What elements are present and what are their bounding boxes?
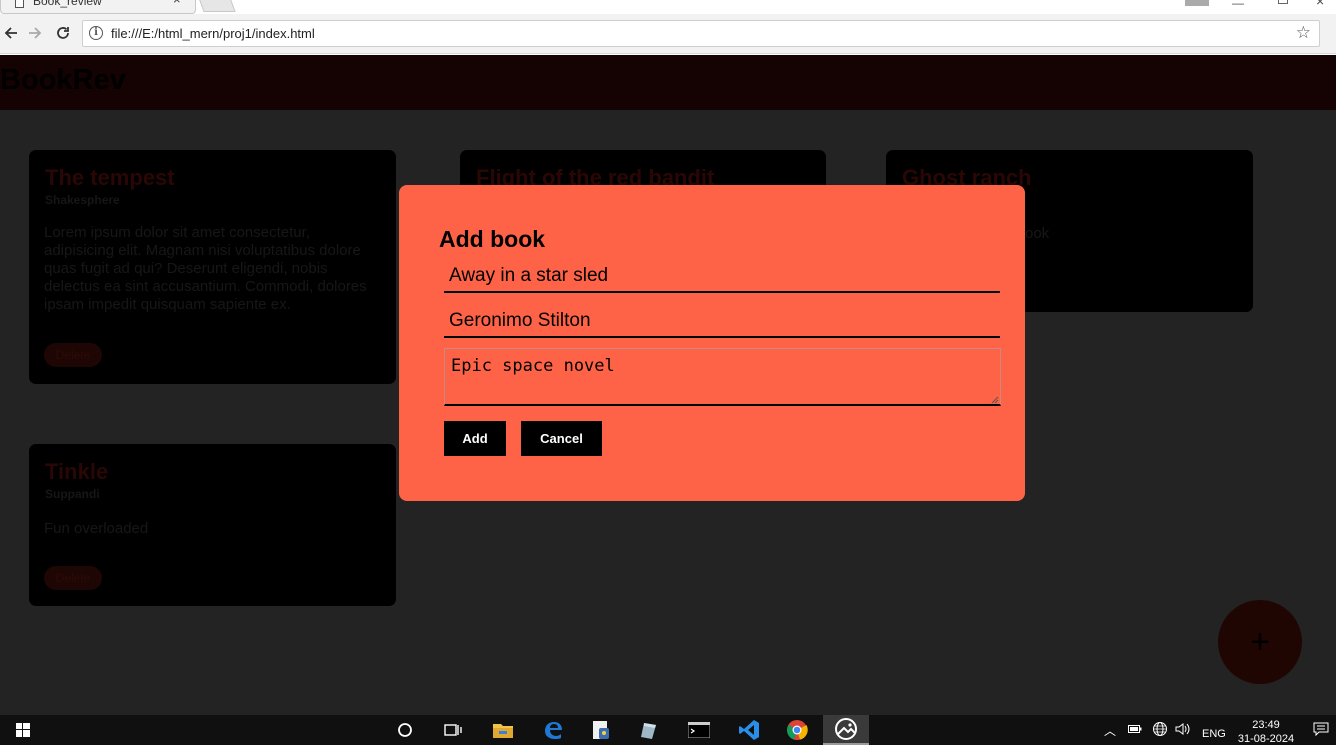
window-minimize-icon[interactable]: — — [1232, 0, 1244, 10]
resize-grip-icon[interactable] — [991, 396, 999, 404]
user-profile-icon[interactable] — [1185, 0, 1209, 6]
chrome-browser-icon[interactable] — [774, 715, 820, 745]
bookmark-star-icon[interactable]: ☆ — [1296, 24, 1311, 42]
book-description: Lorem ipsum dolor sit amet consectetur, … — [44, 224, 367, 313]
site-header: BookRev — [0, 55, 1336, 110]
book-card: Tinkle Suppandi Fun overloaded Delete — [29, 444, 396, 606]
add-book-modal: Add book Epic space novel Add Cancel — [399, 185, 1025, 501]
command-prompt-icon[interactable] — [676, 715, 722, 745]
python-idle-icon[interactable] — [578, 715, 624, 745]
book-author: Shakesphere — [45, 193, 120, 207]
browser-tab[interactable]: Book_review × — [0, 0, 196, 14]
window-close-icon[interactable]: × — [1316, 0, 1324, 8]
url-text: file:///E:/html_mern/proj1/index.html — [111, 26, 315, 41]
language-indicator[interactable]: ENG — [1202, 728, 1226, 740]
cancel-button[interactable]: Cancel — [521, 421, 602, 456]
delete-button[interactable]: Delete — [44, 566, 102, 590]
task-view-icon[interactable] — [430, 715, 476, 745]
book-title: Tinkle — [45, 459, 109, 484]
address-bar[interactable]: i file:///E:/html_mern/proj1/index.html … — [82, 20, 1320, 47]
info-icon[interactable]: i — [89, 26, 103, 40]
tab-title: Book_review — [33, 0, 102, 8]
show-hidden-icons-chevron-icon[interactable]: ︿ — [1104, 722, 1116, 739]
book-description: ook — [1025, 225, 1050, 242]
add-book-fab-button[interactable]: + — [1218, 600, 1302, 684]
windows-taskbar: ︿ ENG 23:49 31-08-2024 — [0, 715, 1336, 745]
action-center-notification-icon[interactable] — [1313, 722, 1329, 739]
edge-browser-icon[interactable] — [530, 715, 576, 745]
reload-icon[interactable] — [52, 22, 74, 44]
book-title: The tempest — [45, 165, 175, 190]
vscode-icon[interactable] — [726, 715, 772, 745]
window-maximize-icon[interactable] — [1278, 0, 1288, 4]
page-icon — [15, 0, 24, 8]
browser-toolbar: i file:///E:/html_mern/proj1/index.html … — [0, 14, 1336, 54]
volume-icon[interactable] — [1174, 721, 1192, 740]
book-author-input[interactable] — [444, 304, 1000, 338]
back-arrow-icon[interactable] — [0, 22, 22, 44]
file-explorer-icon[interactable] — [480, 715, 526, 745]
new-tab-button[interactable] — [196, 0, 236, 12]
network-globe-icon[interactable] — [1152, 721, 1168, 740]
page-viewport: BookRev The tempest Shakesphere Lorem ip… — [0, 55, 1336, 715]
photos-app-icon[interactable] — [823, 715, 869, 745]
cortana-search-icon[interactable] — [382, 715, 428, 745]
book-description-textarea[interactable]: Epic space novel — [444, 348, 1001, 406]
clock-time: 23:49 — [1252, 719, 1280, 731]
book-description: Fun overloaded — [44, 520, 149, 537]
forward-arrow-icon[interactable] — [24, 22, 46, 44]
book-author: Suppandi — [45, 487, 100, 501]
battery-icon[interactable] — [1128, 723, 1142, 737]
book-card: Flight of the red bandit — [460, 150, 826, 190]
clock-date: 31-08-2024 — [1237, 733, 1295, 745]
add-button[interactable]: Add — [444, 421, 506, 456]
delete-button[interactable]: Delete — [44, 343, 102, 367]
start-windows-icon[interactable] — [0, 715, 46, 745]
browser-tabstrip: Book_review × — × — [0, 0, 1336, 14]
taskbar-clock[interactable]: 23:49 31-08-2024 — [1234, 718, 1298, 745]
tab-close-icon[interactable]: × — [173, 0, 181, 7]
site-title: BookRev — [0, 64, 126, 96]
modal-title: Add book — [439, 226, 546, 252]
notes-app-icon[interactable] — [626, 715, 672, 745]
book-card: The tempest Shakesphere Lorem ipsum dolo… — [29, 150, 396, 384]
book-title-input[interactable] — [444, 259, 1000, 293]
